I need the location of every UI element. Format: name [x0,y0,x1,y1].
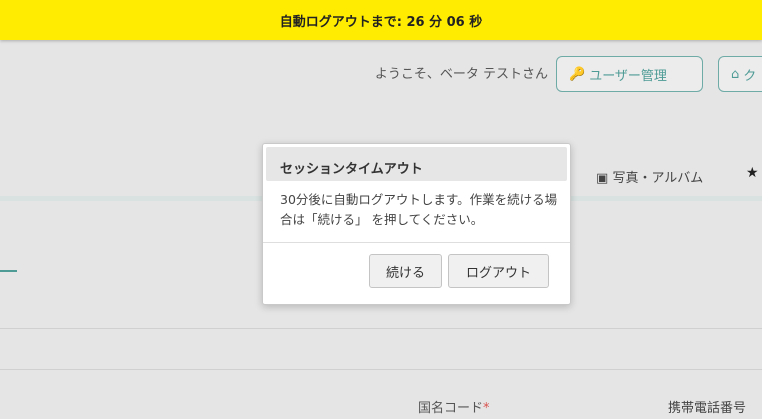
star-icon[interactable]: ★ [746,165,759,181]
key-icon: 🔑 [569,66,586,82]
nav-photo-album-label: 写真・アルバム [612,171,704,186]
dialog-message: 30分後に自動ログアウトします。作業を続ける場合は「続ける」 を押してください。 [280,192,558,227]
nav-photo-album[interactable]: ▣ 写真・アルバム [596,167,703,186]
active-tab-indicator [0,270,17,272]
auto-logout-countdown: 自動ログアウトまで: 26 分 06 秒 [279,14,483,30]
user-management-button[interactable]: 🔑 ユーザー管理 [556,56,703,92]
image-icon: ▣ [596,171,609,186]
session-timeout-dialog: セッションタイムアウト 30分後に自動ログアウトします。作業を続ける場合は「続け… [262,143,571,305]
required-mark: * [483,401,490,416]
mobile-number-label: 携帯電話番号 [668,401,747,416]
dialog-title: セッションタイムアウト [266,147,567,181]
country-code-label: 国名コード* [418,397,490,416]
country-code-label-text: 国名コード [418,401,484,416]
logout-button[interactable]: ログアウト [448,254,549,288]
section-divider [0,328,762,329]
continue-button[interactable]: 続ける [369,254,442,288]
home-label: ク [743,68,757,84]
user-management-label: ユーザー管理 [589,68,667,84]
home-icon: ⌂ [731,66,740,82]
home-button[interactable]: ⌂ ク [718,56,762,92]
section-divider [0,369,762,370]
auto-logout-banner: 自動ログアウトまで: 26 分 06 秒 [0,0,762,40]
welcome-message: ようこそ、ベータ テストさん [374,67,548,82]
dialog-divider [263,242,570,243]
